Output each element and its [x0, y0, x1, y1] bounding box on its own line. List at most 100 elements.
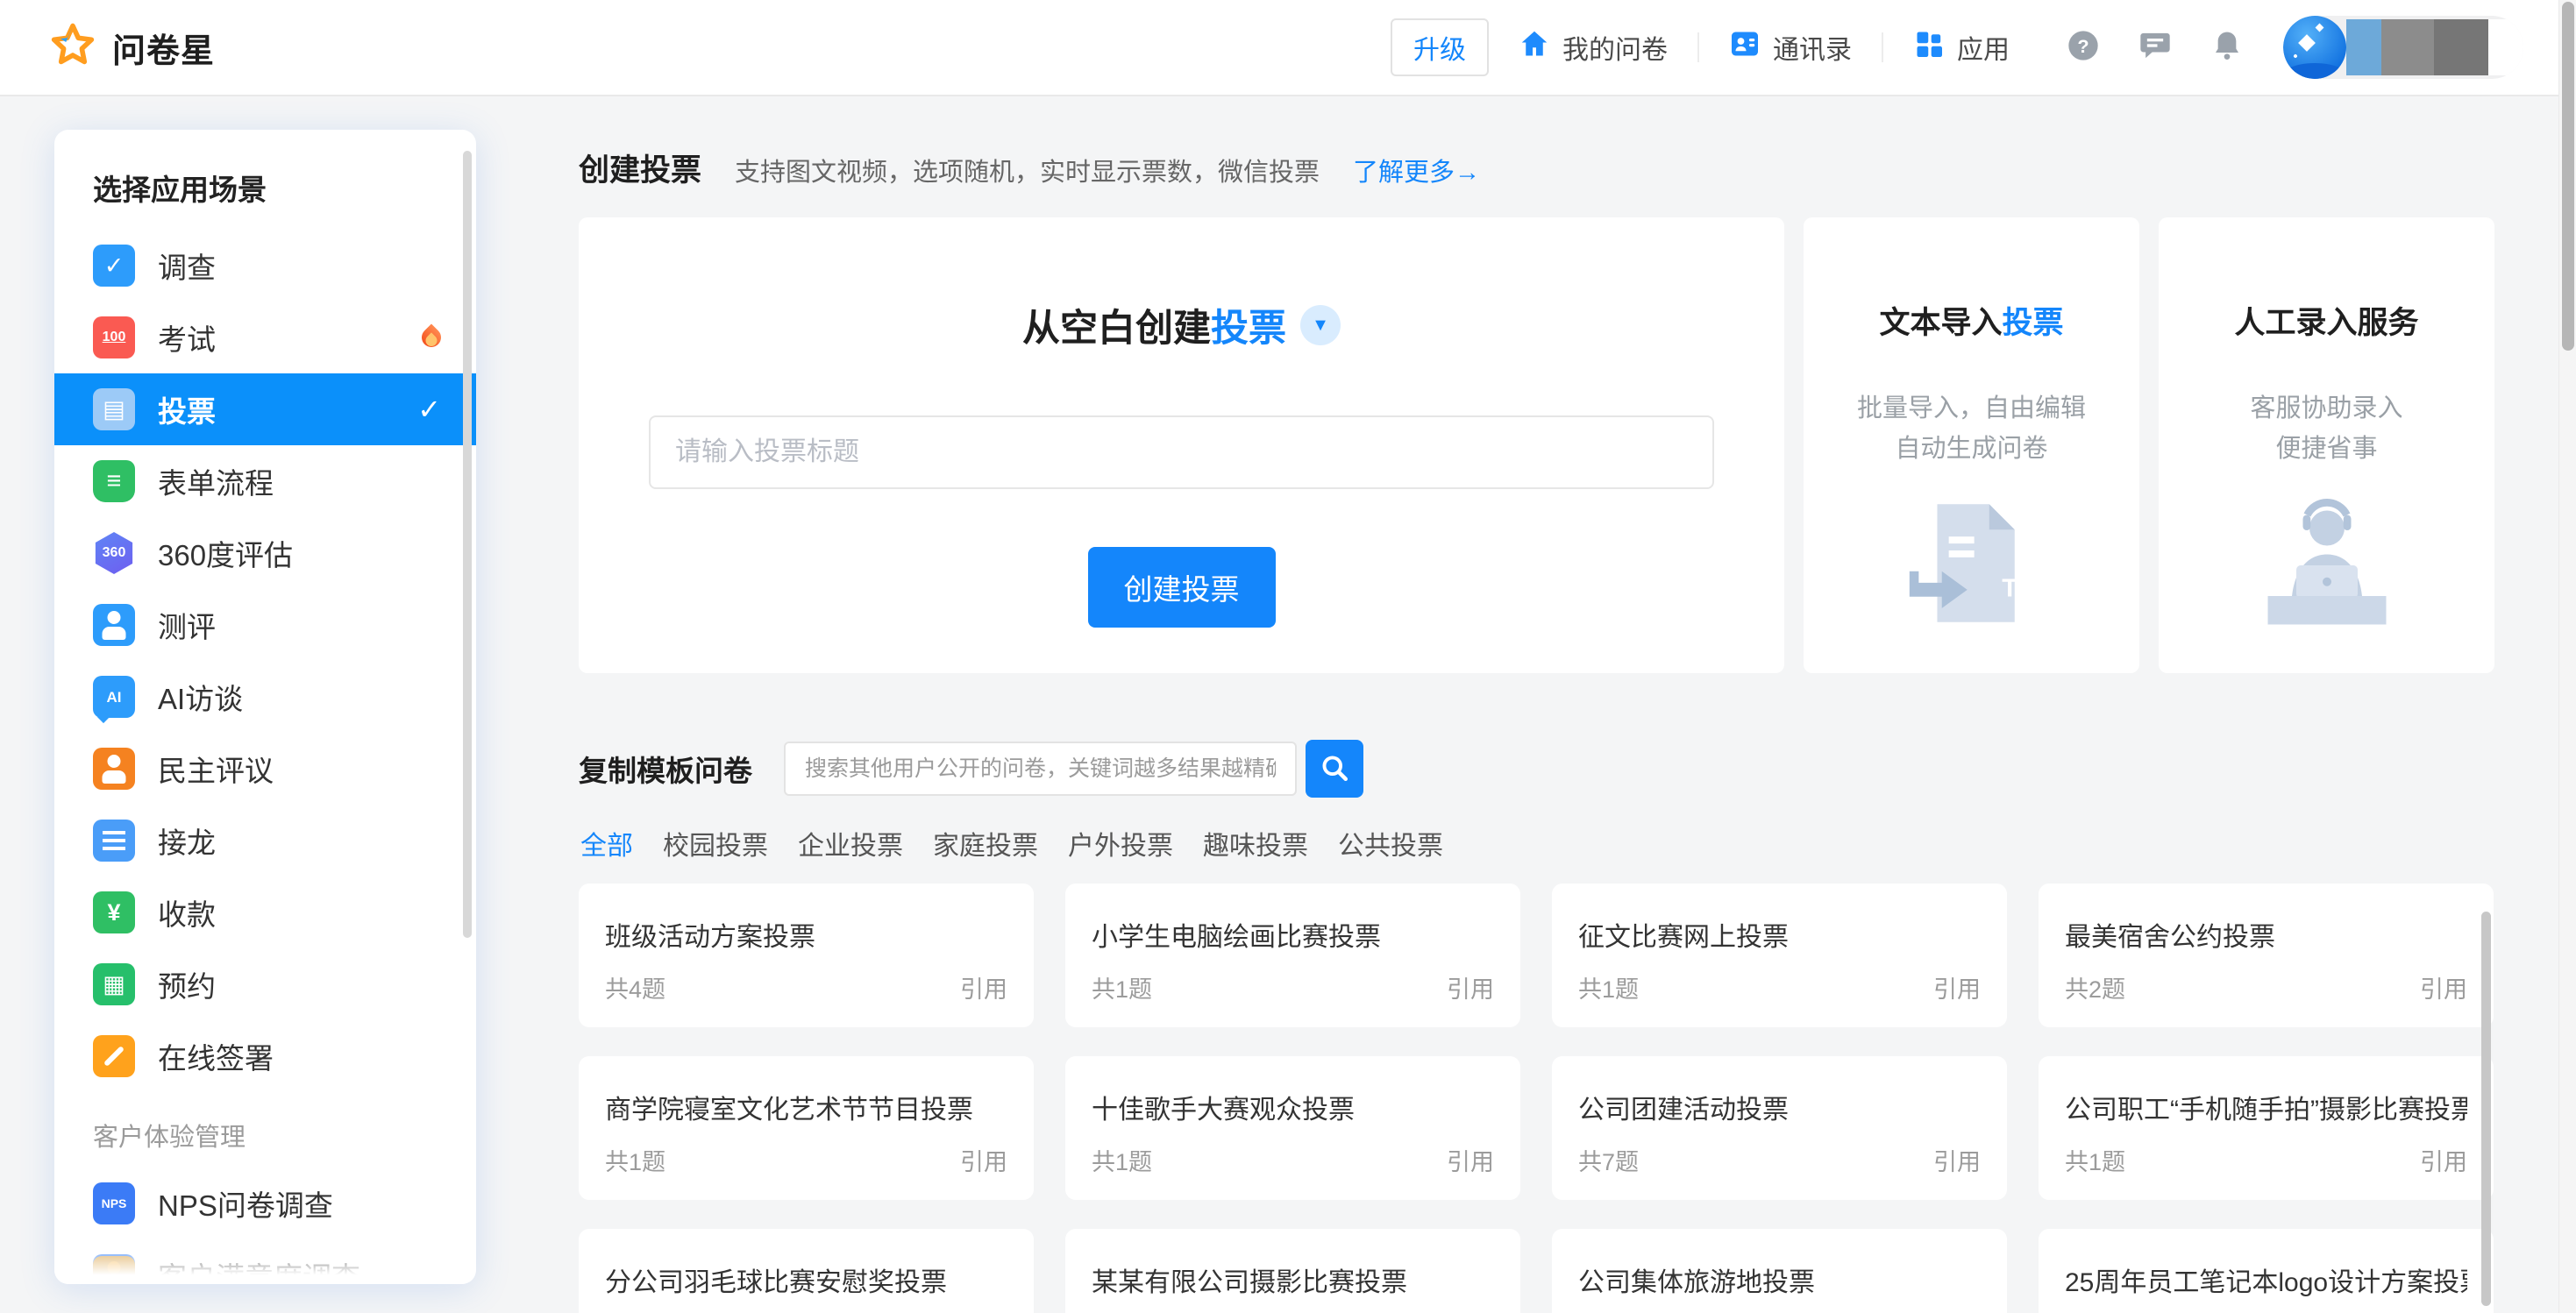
template-question-count: 共4题 — [605, 970, 665, 1004]
template-search-input[interactable] — [784, 742, 1297, 796]
template-question-count: 共1题 — [1578, 970, 1639, 1004]
learn-more-link[interactable]: 了解更多→ — [1353, 152, 1480, 188]
template-card[interactable]: 商学院寝室文化艺术节节目投票 共1题 引用 — [579, 1056, 1034, 1200]
template-section-header: 复制模板问卷 — [579, 740, 1363, 798]
sidebar-item-review[interactable]: 民主评议 ✓ — [54, 733, 476, 805]
template-card[interactable]: 征文比赛网上投票 共1题 引用 — [1552, 884, 2007, 1027]
search-icon — [1319, 752, 1350, 786]
sidebar-item-survey[interactable]: 调查 ✓ — [54, 230, 476, 302]
sidebar-item-label: 投票 — [158, 388, 216, 430]
tab-趣味投票[interactable]: 趣味投票 — [1203, 824, 1308, 862]
home-icon — [1519, 28, 1550, 67]
create-blank-vote-card: 从空白创建投票 ▼ 创建投票 — [579, 217, 1784, 673]
create-options-row: 从空白创建投票 ▼ 创建投票 文本导入投票 批量导入，自由编辑 自动生成问卷 T… — [579, 217, 2494, 673]
utility-icons: ? — [2066, 28, 2245, 67]
nav-item-apps[interactable]: 应用 — [1883, 28, 2039, 67]
help-icon[interactable]: ? — [2066, 28, 2101, 67]
template-card[interactable]: 最美宿舍公约投票 共2题 引用 — [2039, 884, 2494, 1027]
assess-icon — [93, 604, 135, 646]
browser-scrollbar-track[interactable] — [2558, 0, 2576, 1313]
nav-item-contacts[interactable]: 通讯录 — [1699, 28, 1882, 67]
template-card-title: 分公司羽毛球比赛安慰奖投票 — [605, 1260, 1007, 1299]
manual-entry-card[interactable]: 人工录入服务 客服协助录入 便捷省事 — [2159, 217, 2494, 673]
clipped-next-item-icon — [93, 1256, 135, 1279]
brand-logo[interactable]: 问卷星 — [49, 22, 215, 74]
tab-户外投票[interactable]: 户外投票 — [1068, 824, 1173, 862]
content-scrollbar[interactable] — [2481, 912, 2491, 1306]
nps-icon — [93, 1182, 135, 1224]
sidebar-item-label: 测评 — [158, 604, 216, 646]
hot-flame-icon — [417, 323, 445, 351]
tab-校园投票[interactable]: 校园投票 — [663, 824, 768, 862]
create-title-highlight: 投票 — [1211, 298, 1286, 352]
sidebar-item-eval360[interactable]: 360度评估 ✓ — [54, 517, 476, 589]
form-icon — [93, 460, 135, 502]
sidebar-item-assess[interactable]: 测评 ✓ — [54, 589, 476, 661]
quote-link[interactable]: 引用 — [1933, 970, 1981, 1004]
sidebar-item-form[interactable]: 表单流程 ✓ — [54, 445, 476, 517]
quote-link[interactable]: 引用 — [960, 970, 1007, 1004]
tab-公共投票[interactable]: 公共投票 — [1338, 824, 1443, 862]
template-card[interactable]: 公司集体旅游地投票 引用 — [1552, 1229, 2007, 1313]
template-card[interactable]: 十佳歌手大赛观众投票 共1题 引用 — [1065, 1056, 1520, 1200]
tab-企业投票[interactable]: 企业投票 — [798, 824, 903, 862]
sidebar-item-exam[interactable]: 考试 ✓ — [54, 302, 476, 373]
feedback-chat-icon[interactable] — [2138, 28, 2173, 67]
template-card[interactable]: 公司团建活动投票 共7题 引用 — [1552, 1056, 2007, 1200]
sidebar-item-relay[interactable]: 接龙 ✓ — [54, 805, 476, 877]
template-card-title: 公司职工“手机随手拍”摄影比赛投票 — [2065, 1088, 2467, 1126]
template-question-count: 共1题 — [1092, 970, 1152, 1004]
quote-link[interactable]: 引用 — [1933, 1143, 1981, 1177]
nav-item-my-surveys[interactable]: 我的问卷 — [1489, 28, 1697, 67]
template-card-title: 小学生电脑绘画比赛投票 — [1092, 915, 1494, 954]
browser-scrollbar-thumb[interactable] — [2562, 2, 2574, 351]
sidebar-item-label: 在线签署 — [158, 1035, 274, 1077]
tab-全部[interactable]: 全部 — [580, 824, 633, 862]
create-vote-button[interactable]: 创建投票 — [1088, 547, 1276, 628]
top-navbar: 问卷星 升级 我的问卷 通讯录 应用 — [0, 0, 2558, 96]
vote-type-dropdown[interactable]: ▼ — [1300, 305, 1341, 345]
document-import-icon: T — [1902, 500, 2042, 631]
template-card[interactable]: 小学生电脑绘画比赛投票 共1题 引用 — [1065, 884, 1520, 1027]
relay-icon — [93, 820, 135, 862]
sidebar-item-sign[interactable]: 在线签署 ✓ — [54, 1020, 476, 1092]
text-import-card[interactable]: 文本导入投票 批量导入，自由编辑 自动生成问卷 T — [1804, 217, 2139, 673]
sidebar-item-booking[interactable]: 预约 ✓ — [54, 948, 476, 1020]
user-account-area[interactable] — [2283, 16, 2523, 79]
template-card[interactable]: 公司职工“手机随手拍”摄影比赛投票 共1题 引用 — [2039, 1056, 2494, 1200]
exam-icon — [93, 316, 135, 358]
sidebar-item-pay[interactable]: 收款 ✓ — [54, 877, 476, 948]
eval360-icon — [93, 532, 135, 574]
selected-check-icon: ✓ — [417, 393, 441, 426]
manual-entry-title: 人工录入服务 — [2159, 298, 2494, 343]
sidebar-item-vote[interactable]: 投票 ✓ — [54, 373, 476, 445]
template-question-count: 共1题 — [605, 1143, 665, 1177]
quote-link[interactable]: 引用 — [1447, 970, 1494, 1004]
booking-icon — [93, 963, 135, 1005]
quote-link[interactable]: 引用 — [2420, 970, 2467, 1004]
sidebar-item-label: 客户满意度调查 — [158, 1254, 360, 1284]
template-card[interactable]: 分公司羽毛球比赛安慰奖投票 引用 — [579, 1229, 1034, 1313]
notification-bell-icon[interactable] — [2210, 28, 2245, 67]
nav-item-label: 应用 — [1957, 28, 2010, 67]
search-button[interactable] — [1306, 740, 1363, 798]
upgrade-button[interactable]: 升级 — [1391, 18, 1489, 76]
text-import-desc: 批量导入，自由编辑 自动生成问卷 — [1804, 388, 2139, 470]
quote-link[interactable]: 引用 — [960, 1143, 1007, 1177]
template-card[interactable]: 班级活动方案投票 共4题 引用 — [579, 884, 1034, 1027]
template-card[interactable]: 25周年员工笔记本logo设计方案投票 引用 — [2039, 1229, 2494, 1313]
sign-icon — [93, 1035, 135, 1077]
pay-icon — [93, 891, 135, 933]
quote-link[interactable]: 引用 — [2420, 1143, 2467, 1177]
template-card[interactable]: 某某有限公司摄影比赛投票 引用 — [1065, 1229, 1520, 1313]
sidebar-item-nps[interactable]: NPS问卷调查 ✓ — [54, 1168, 476, 1239]
customer-service-icon — [2250, 495, 2403, 631]
sidebar-item-label: 预约 — [158, 963, 216, 1005]
tab-家庭投票[interactable]: 家庭投票 — [933, 824, 1038, 862]
vote-title-input[interactable] — [649, 415, 1714, 489]
quote-link[interactable]: 引用 — [1447, 1143, 1494, 1177]
sidebar-item-ai[interactable]: AI访谈 ✓ — [54, 661, 476, 733]
sidebar-scrollbar[interactable] — [463, 151, 472, 938]
sidebar-item-list: 调查 ✓ 考试 ✓ 投票 ✓ 表单流程 ✓ 360度评估 ✓ 测评 ✓ AI访谈 — [54, 230, 476, 1092]
survey-icon — [93, 245, 135, 287]
